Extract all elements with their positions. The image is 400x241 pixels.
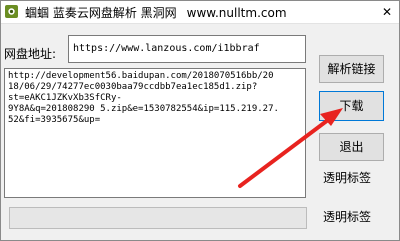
red-arrow-annotation <box>238 108 343 188</box>
arrow-shaft <box>238 118 330 188</box>
